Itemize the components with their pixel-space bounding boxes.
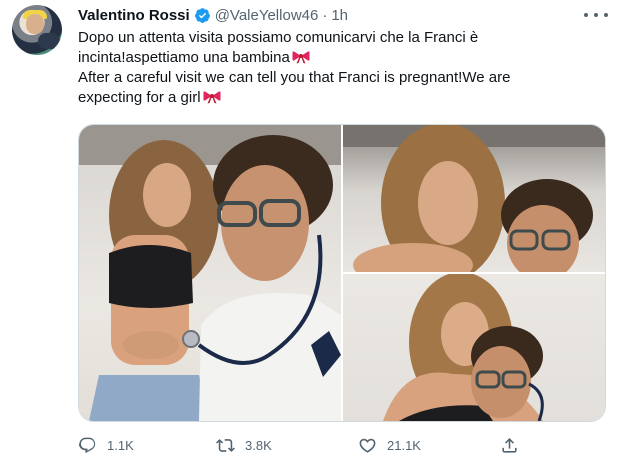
like-button[interactable]: 21.1K xyxy=(358,430,421,460)
photo-1[interactable] xyxy=(79,125,341,421)
header-separator: · xyxy=(322,6,328,24)
reply-button[interactable]: 1.1K xyxy=(78,430,134,460)
photo-2-illustration xyxy=(343,125,605,272)
like-icon xyxy=(359,438,376,453)
reply-icon xyxy=(78,437,96,453)
reply-count: 1.1K xyxy=(107,437,134,453)
photo-1-illustration xyxy=(79,125,341,421)
avatar-motorbike xyxy=(38,33,60,49)
retweet-button[interactable]: 3.8K xyxy=(216,430,272,460)
tweet-header: Valentino Rossi @ValeYellow46 · 1h xyxy=(78,5,348,25)
verified-badge-icon xyxy=(194,7,210,23)
tweet-text-line: expecting for a girl xyxy=(78,88,598,108)
avatar-face xyxy=(26,14,44,34)
author-name[interactable]: Valentino Rossi xyxy=(78,7,190,24)
photo-3[interactable] xyxy=(343,274,605,421)
media-grid xyxy=(78,124,606,422)
retweet-count: 3.8K xyxy=(245,437,272,453)
ribbon-icon xyxy=(203,91,221,104)
photo-2[interactable] xyxy=(343,125,605,272)
photo-3-illustration xyxy=(383,274,544,421)
tweet-text: Dopo un attenta visita possiamo comunica… xyxy=(78,28,598,108)
tweet[interactable]: Valentino Rossi @ValeYellow46 · 1h Dopo … xyxy=(0,0,630,472)
action-bar: 1.1K 3.8K 21.1K xyxy=(78,430,598,460)
author-handle[interactable]: @ValeYellow46 xyxy=(215,7,319,24)
more-icon[interactable] xyxy=(584,7,608,23)
tweet-time[interactable]: 1h xyxy=(331,7,348,24)
tweet-text-line: incinta!aspettiamo una bambina xyxy=(78,48,598,68)
retweet-icon xyxy=(216,438,235,452)
like-count: 21.1K xyxy=(387,437,421,453)
tweet-text-line: After a careful visit we can tell you th… xyxy=(78,69,511,86)
share-button[interactable] xyxy=(500,430,519,460)
avatar[interactable] xyxy=(12,5,62,55)
tweet-text-line: Dopo un attenta visita possiamo comunica… xyxy=(78,29,479,46)
share-icon xyxy=(502,437,517,453)
ribbon-icon xyxy=(292,51,310,64)
